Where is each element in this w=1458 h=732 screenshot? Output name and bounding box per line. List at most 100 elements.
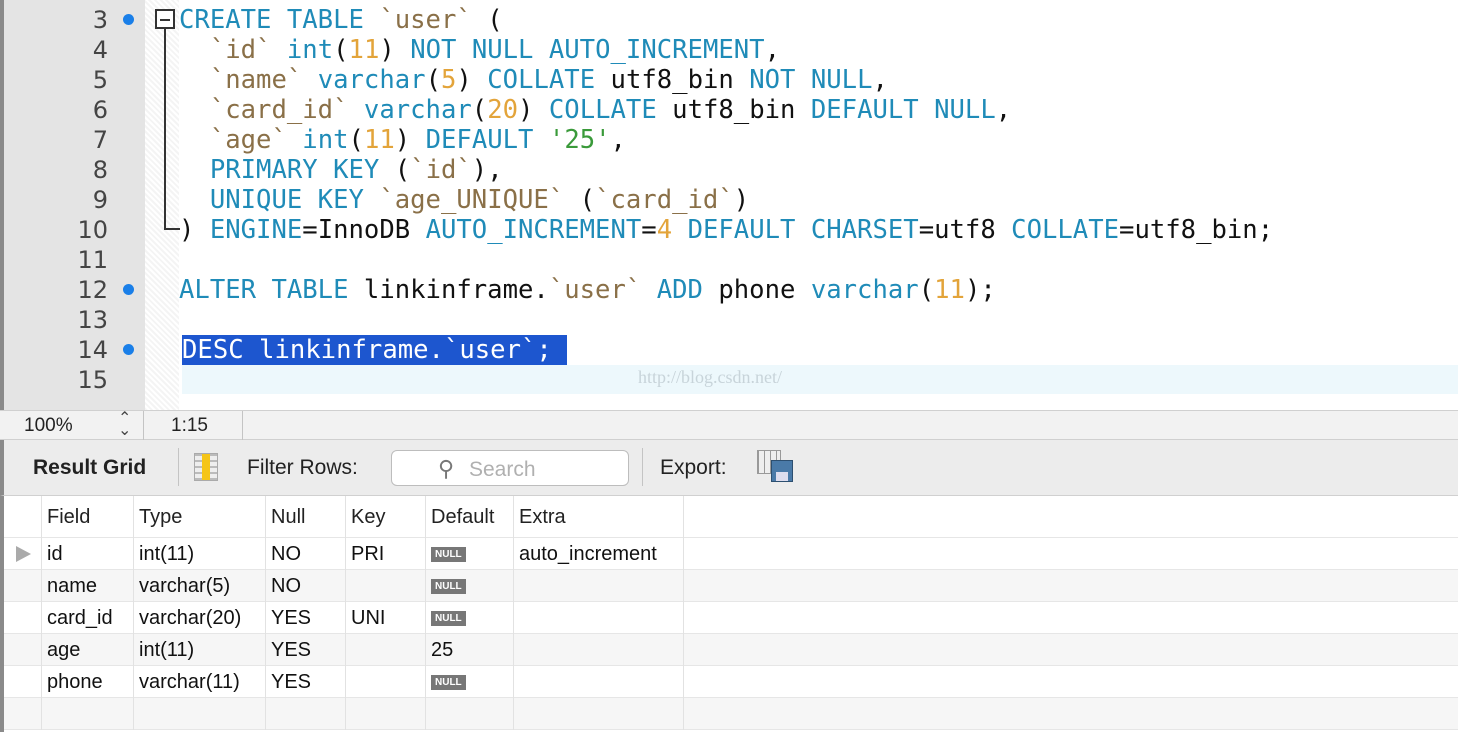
- code-line[interactable]: 14 DESC linkinframe.`user`;: [4, 335, 1458, 365]
- code-token: NOT NULL AUTO_INCREMENT: [410, 35, 765, 65]
- result-grid-tab[interactable]: Result Grid: [33, 456, 146, 480]
- code-token: 11: [934, 275, 965, 305]
- table-row[interactable]: phone varchar(11) YES NULL: [4, 666, 1458, 698]
- column-header-type[interactable]: Type: [133, 496, 265, 538]
- cell[interactable]: [345, 634, 425, 666]
- code-token: '25': [548, 125, 611, 155]
- cell[interactable]: int(11): [133, 538, 265, 570]
- code-line[interactable]: 9 UNIQUE KEY `age_UNIQUE` (`card_id`): [4, 185, 1458, 215]
- cell[interactable]: int(11): [133, 634, 265, 666]
- cell[interactable]: NULL: [425, 570, 513, 602]
- cell[interactable]: NULL: [425, 666, 513, 698]
- cell[interactable]: [513, 602, 683, 634]
- code-token: varchar: [810, 275, 919, 305]
- cell[interactable]: UNI: [345, 602, 425, 634]
- column-header-extra[interactable]: Extra: [513, 496, 683, 538]
- table-row[interactable]: card_id varchar(20) YES UNI NULL: [4, 602, 1458, 634]
- cell[interactable]: phone: [41, 666, 133, 698]
- code-token: (: [348, 125, 364, 155]
- cell[interactable]: [513, 570, 683, 602]
- cell[interactable]: [425, 698, 513, 730]
- line-number: 9: [92, 186, 108, 214]
- sql-editor[interactable]: http://blog.csdn.net/ 3 CREATE TABLE `use…: [0, 0, 1458, 410]
- column-header-default[interactable]: Default: [425, 496, 513, 538]
- cell[interactable]: [345, 698, 425, 730]
- empty-row[interactable]: [4, 698, 1458, 730]
- cell[interactable]: [513, 666, 683, 698]
- cell[interactable]: 25: [425, 634, 513, 666]
- code-token: ,: [995, 95, 1012, 125]
- code-line[interactable]: 3 CREATE TABLE `user` (: [4, 5, 1458, 35]
- cell[interactable]: varchar(5): [133, 570, 265, 602]
- cell[interactable]: [265, 698, 345, 730]
- code-text: CREATE TABLE `user` (: [179, 5, 503, 35]
- code-line[interactable]: 7 `age` int(11) DEFAULT '25',: [4, 125, 1458, 155]
- code-text: UNIQUE KEY `age_UNIQUE` (`card_id`): [179, 185, 749, 215]
- code-line[interactable]: 5 `name` varchar(5) COLLATE utf8_bin NOT…: [4, 65, 1458, 95]
- code-token: utf8_bin: [656, 95, 811, 125]
- cell[interactable]: PRI: [345, 538, 425, 570]
- code-text: `name` varchar(5) COLLATE utf8_bin NOT N…: [179, 65, 888, 95]
- column-header-field[interactable]: Field: [41, 496, 133, 538]
- cell[interactable]: card_id: [41, 602, 133, 634]
- code-token: linkinframe.: [348, 275, 549, 305]
- cell[interactable]: id: [41, 538, 133, 570]
- cell[interactable]: NO: [265, 570, 345, 602]
- cell[interactable]: [133, 698, 265, 730]
- cell[interactable]: YES: [265, 666, 345, 698]
- filter-search-input[interactable]: ⚲ Search: [391, 450, 629, 486]
- column-header-null[interactable]: Null: [265, 496, 345, 538]
- code-line[interactable]: 11: [4, 245, 1458, 275]
- result-grid[interactable]: Field Type Null Key Default Extra id int(11) NO P…: [0, 496, 1458, 732]
- code-token: AUTO_INCREMENT: [425, 215, 642, 245]
- column-toggle-icon[interactable]: [194, 453, 218, 481]
- code-line[interactable]: 4 `id` int(11) NOT NULL AUTO_INCREMENT,: [4, 35, 1458, 65]
- code-token: `age`: [179, 125, 287, 155]
- cell[interactable]: NULL: [425, 538, 513, 570]
- line-number: 4: [92, 36, 108, 64]
- code-token: int: [302, 125, 349, 155]
- code-line[interactable]: 10 ) ENGINE=InnoDB AUTO_INCREMENT=4 DEFAU…: [4, 215, 1458, 245]
- export-icon[interactable]: [757, 450, 793, 484]
- cell[interactable]: YES: [265, 602, 345, 634]
- cell[interactable]: NO: [265, 538, 345, 570]
- code-line[interactable]: 6 `card_id` varchar(20) COLLATE utf8_bin…: [4, 95, 1458, 125]
- code-token: =InnoDB: [302, 215, 426, 245]
- cell[interactable]: [345, 666, 425, 698]
- cell[interactable]: varchar(11): [133, 666, 265, 698]
- code-token: ): [394, 125, 426, 155]
- cell[interactable]: [345, 570, 425, 602]
- code-line[interactable]: 13: [4, 305, 1458, 335]
- code-line[interactable]: 8 PRIMARY KEY (`id`),: [4, 155, 1458, 185]
- table-row[interactable]: age int(11) YES 25: [4, 634, 1458, 666]
- cell[interactable]: YES: [265, 634, 345, 666]
- line-number: 10: [77, 216, 108, 244]
- cell[interactable]: NULL: [425, 602, 513, 634]
- column-header-key[interactable]: Key: [345, 496, 425, 538]
- code-token: ALTER TABLE: [179, 275, 349, 305]
- code-token: DEFAULT CHARSET: [687, 215, 919, 245]
- cell[interactable]: [513, 698, 683, 730]
- search-icon: ⚲: [438, 456, 455, 481]
- cell[interactable]: varchar(20): [133, 602, 265, 634]
- zoom-stepper-icon[interactable]: ⌃ ⌄: [118, 411, 131, 439]
- table-row[interactable]: name varchar(5) NO NULL: [4, 570, 1458, 602]
- line-number: 6: [92, 96, 108, 124]
- selected-code: DESC linkinframe.`user`;: [182, 335, 568, 365]
- cell[interactable]: name: [41, 570, 133, 602]
- zoom-level[interactable]: 100%: [24, 415, 73, 437]
- code-text: ) ENGINE=InnoDB AUTO_INCREMENT=4 DEFAULT…: [179, 215, 1273, 245]
- cell[interactable]: [41, 698, 133, 730]
- code-line[interactable]: 15: [4, 365, 1458, 395]
- code-token: PRIMARY KEY: [179, 155, 380, 185]
- table-row[interactable]: id int(11) NO PRI NULL auto_increment: [4, 538, 1458, 570]
- code-text: ALTER TABLE linkinframe.`user` ADD phone…: [179, 275, 996, 305]
- code-line[interactable]: 12 ALTER TABLE linkinframe.`user` ADD pho…: [4, 275, 1458, 305]
- code-text: PRIMARY KEY (`id`),: [179, 155, 503, 185]
- cell[interactable]: auto_increment: [513, 538, 683, 570]
- cell[interactable]: [513, 634, 683, 666]
- cell[interactable]: age: [41, 634, 133, 666]
